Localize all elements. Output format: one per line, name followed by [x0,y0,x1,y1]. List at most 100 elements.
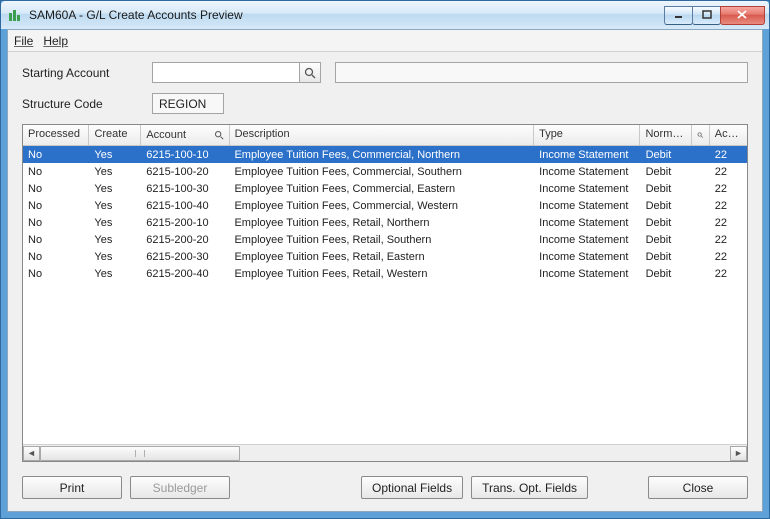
app-icon [7,7,23,23]
window-controls [665,6,765,25]
scroll-track[interactable] [40,446,730,461]
cell: 22 [710,234,747,246]
magnifier-icon [214,130,224,140]
accounts-grid: Processed Create Account Description Typ… [22,124,748,462]
table-row[interactable]: NoYes6215-200-30Employee Tuition Fees, R… [23,248,747,265]
cell: Income Statement [534,268,640,280]
horizontal-scrollbar[interactable]: ◄ ► [23,444,747,461]
cell: Income Statement [534,149,640,161]
cell: Yes [89,234,141,246]
cell: No [23,183,89,195]
table-row[interactable]: NoYes6215-200-40Employee Tuition Fees, R… [23,265,747,282]
window-title: SAM60A - G/L Create Accounts Preview [29,8,665,22]
menubar: File Help [8,30,762,52]
cell: Employee Tuition Fees, Commercial, North… [229,149,534,161]
cell: No [23,234,89,246]
cell: 22 [710,268,747,280]
table-row[interactable]: NoYes6215-200-20Employee Tuition Fees, R… [23,231,747,248]
structure-code-value: REGION [152,93,224,114]
cell: Employee Tuition Fees, Retail, Northern [229,217,534,229]
cell: No [23,166,89,178]
scroll-left-button[interactable]: ◄ [23,446,40,461]
table-row[interactable]: NoYes6215-100-10Employee Tuition Fees, C… [23,146,747,163]
cell: Debit [641,251,693,263]
cell: 22 [710,166,747,178]
cell: 22 [710,251,747,263]
cell: Debit [641,234,693,246]
grid-body[interactable]: NoYes6215-100-10Employee Tuition Fees, C… [23,146,747,444]
app-window: SAM60A - G/L Create Accounts Preview Fil… [0,0,770,519]
cell: 6215-100-10 [141,149,229,161]
cell: 6215-200-40 [141,268,229,280]
cell: Income Statement [534,217,640,229]
cell: Yes [89,217,141,229]
magnifier-icon [304,67,316,79]
titlebar[interactable]: SAM60A - G/L Create Accounts Preview [1,1,769,29]
cell: Income Statement [534,200,640,212]
optional-fields-button[interactable]: Optional Fields [361,476,463,499]
cell: Income Statement [534,166,640,178]
col-finder[interactable] [692,125,709,145]
starting-account-row: Starting Account [22,62,748,83]
print-button[interactable]: Print [22,476,122,499]
cell: Employee Tuition Fees, Retail, Southern [229,234,534,246]
table-row[interactable]: NoYes6215-200-10Employee Tuition Fees, R… [23,214,747,231]
cell: 22 [710,200,747,212]
cell: Yes [89,166,141,178]
starting-account-label: Starting Account [22,66,152,80]
close-window-button[interactable] [720,6,765,25]
cell: Debit [641,183,693,195]
cell: Debit [641,217,693,229]
cell: No [23,251,89,263]
menu-help[interactable]: Help [43,34,68,48]
trans-opt-fields-button[interactable]: Trans. Opt. Fields [471,476,588,499]
starting-account-desc [335,62,748,83]
cell: No [23,268,89,280]
cell: Employee Tuition Fees, Commercial, South… [229,166,534,178]
cell: Employee Tuition Fees, Retail, Eastern [229,251,534,263]
col-account-label: Account [146,129,186,141]
col-normal[interactable]: Normal ... [640,125,692,145]
cell: 6215-100-20 [141,166,229,178]
cell: Debit [641,149,693,161]
starting-account-input[interactable] [152,62,300,83]
cell: Employee Tuition Fees, Retail, Western [229,268,534,280]
cell: Yes [89,268,141,280]
table-row[interactable]: NoYes6215-100-30Employee Tuition Fees, C… [23,180,747,197]
button-row: Print Subledger Optional Fields Trans. O… [22,476,748,499]
cell: 6215-100-40 [141,200,229,212]
col-create[interactable]: Create [89,125,141,145]
cell: No [23,200,89,212]
menu-file[interactable]: File [14,34,33,48]
cell: Yes [89,183,141,195]
maximize-button[interactable] [692,6,721,25]
cell: Yes [89,251,141,263]
cell: Income Statement [534,234,640,246]
scroll-thumb[interactable] [40,446,240,461]
cell: 6215-200-20 [141,234,229,246]
col-account-type[interactable]: Acc... [710,125,747,145]
content-area: Starting Account Structure Code REGION P… [8,52,762,511]
table-row[interactable]: NoYes6215-100-40Employee Tuition Fees, C… [23,197,747,214]
magnifier-icon [697,130,703,140]
col-description[interactable]: Description [230,125,535,145]
minimize-button[interactable] [664,6,693,25]
scroll-right-button[interactable]: ► [730,446,747,461]
col-account[interactable]: Account [141,125,229,145]
col-processed[interactable]: Processed [23,125,89,145]
cell: Income Statement [534,251,640,263]
cell: Debit [641,200,693,212]
starting-account-finder[interactable] [299,62,321,83]
cell: Employee Tuition Fees, Commercial, Weste… [229,200,534,212]
cell: Debit [641,268,693,280]
cell: 6215-200-30 [141,251,229,263]
cell: Debit [641,166,693,178]
close-button[interactable]: Close [648,476,748,499]
cell: 22 [710,217,747,229]
cell: Yes [89,200,141,212]
grid-header: Processed Create Account Description Typ… [23,125,747,146]
table-row[interactable]: NoYes6215-100-20Employee Tuition Fees, C… [23,163,747,180]
col-type[interactable]: Type [534,125,640,145]
cell: 22 [710,149,747,161]
cell: Income Statement [534,183,640,195]
